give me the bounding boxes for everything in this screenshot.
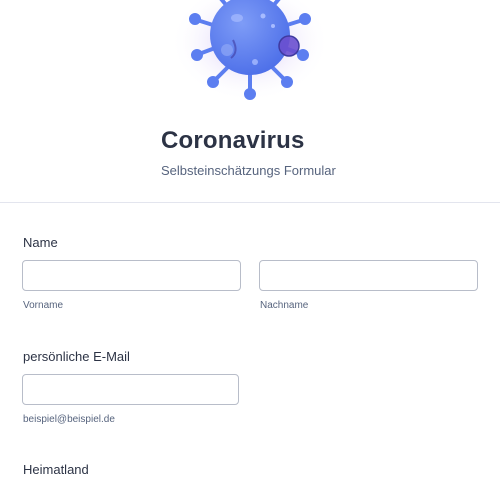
email-sublabel: beispiel@beispiel.de — [23, 414, 115, 425]
header-divider — [0, 202, 500, 203]
virus-icon — [165, 0, 335, 105]
page-title: Coronavirus — [161, 127, 305, 154]
email-label: persönliche E-Mail — [23, 349, 130, 364]
page-subtitle: Selbsteinschätzungs Formular — [161, 163, 336, 178]
email-input[interactable] — [22, 374, 239, 405]
first-name-input[interactable] — [22, 260, 241, 291]
first-name-sublabel: Vorname — [23, 300, 64, 311]
name-label: Name — [23, 235, 58, 250]
last-name-sublabel: Nachname — [260, 300, 309, 311]
country-label: Heimatland — [23, 462, 89, 477]
last-name-input[interactable] — [259, 260, 478, 291]
form-header: Coronavirus Selbsteinschätzungs Formular — [0, 0, 500, 202]
